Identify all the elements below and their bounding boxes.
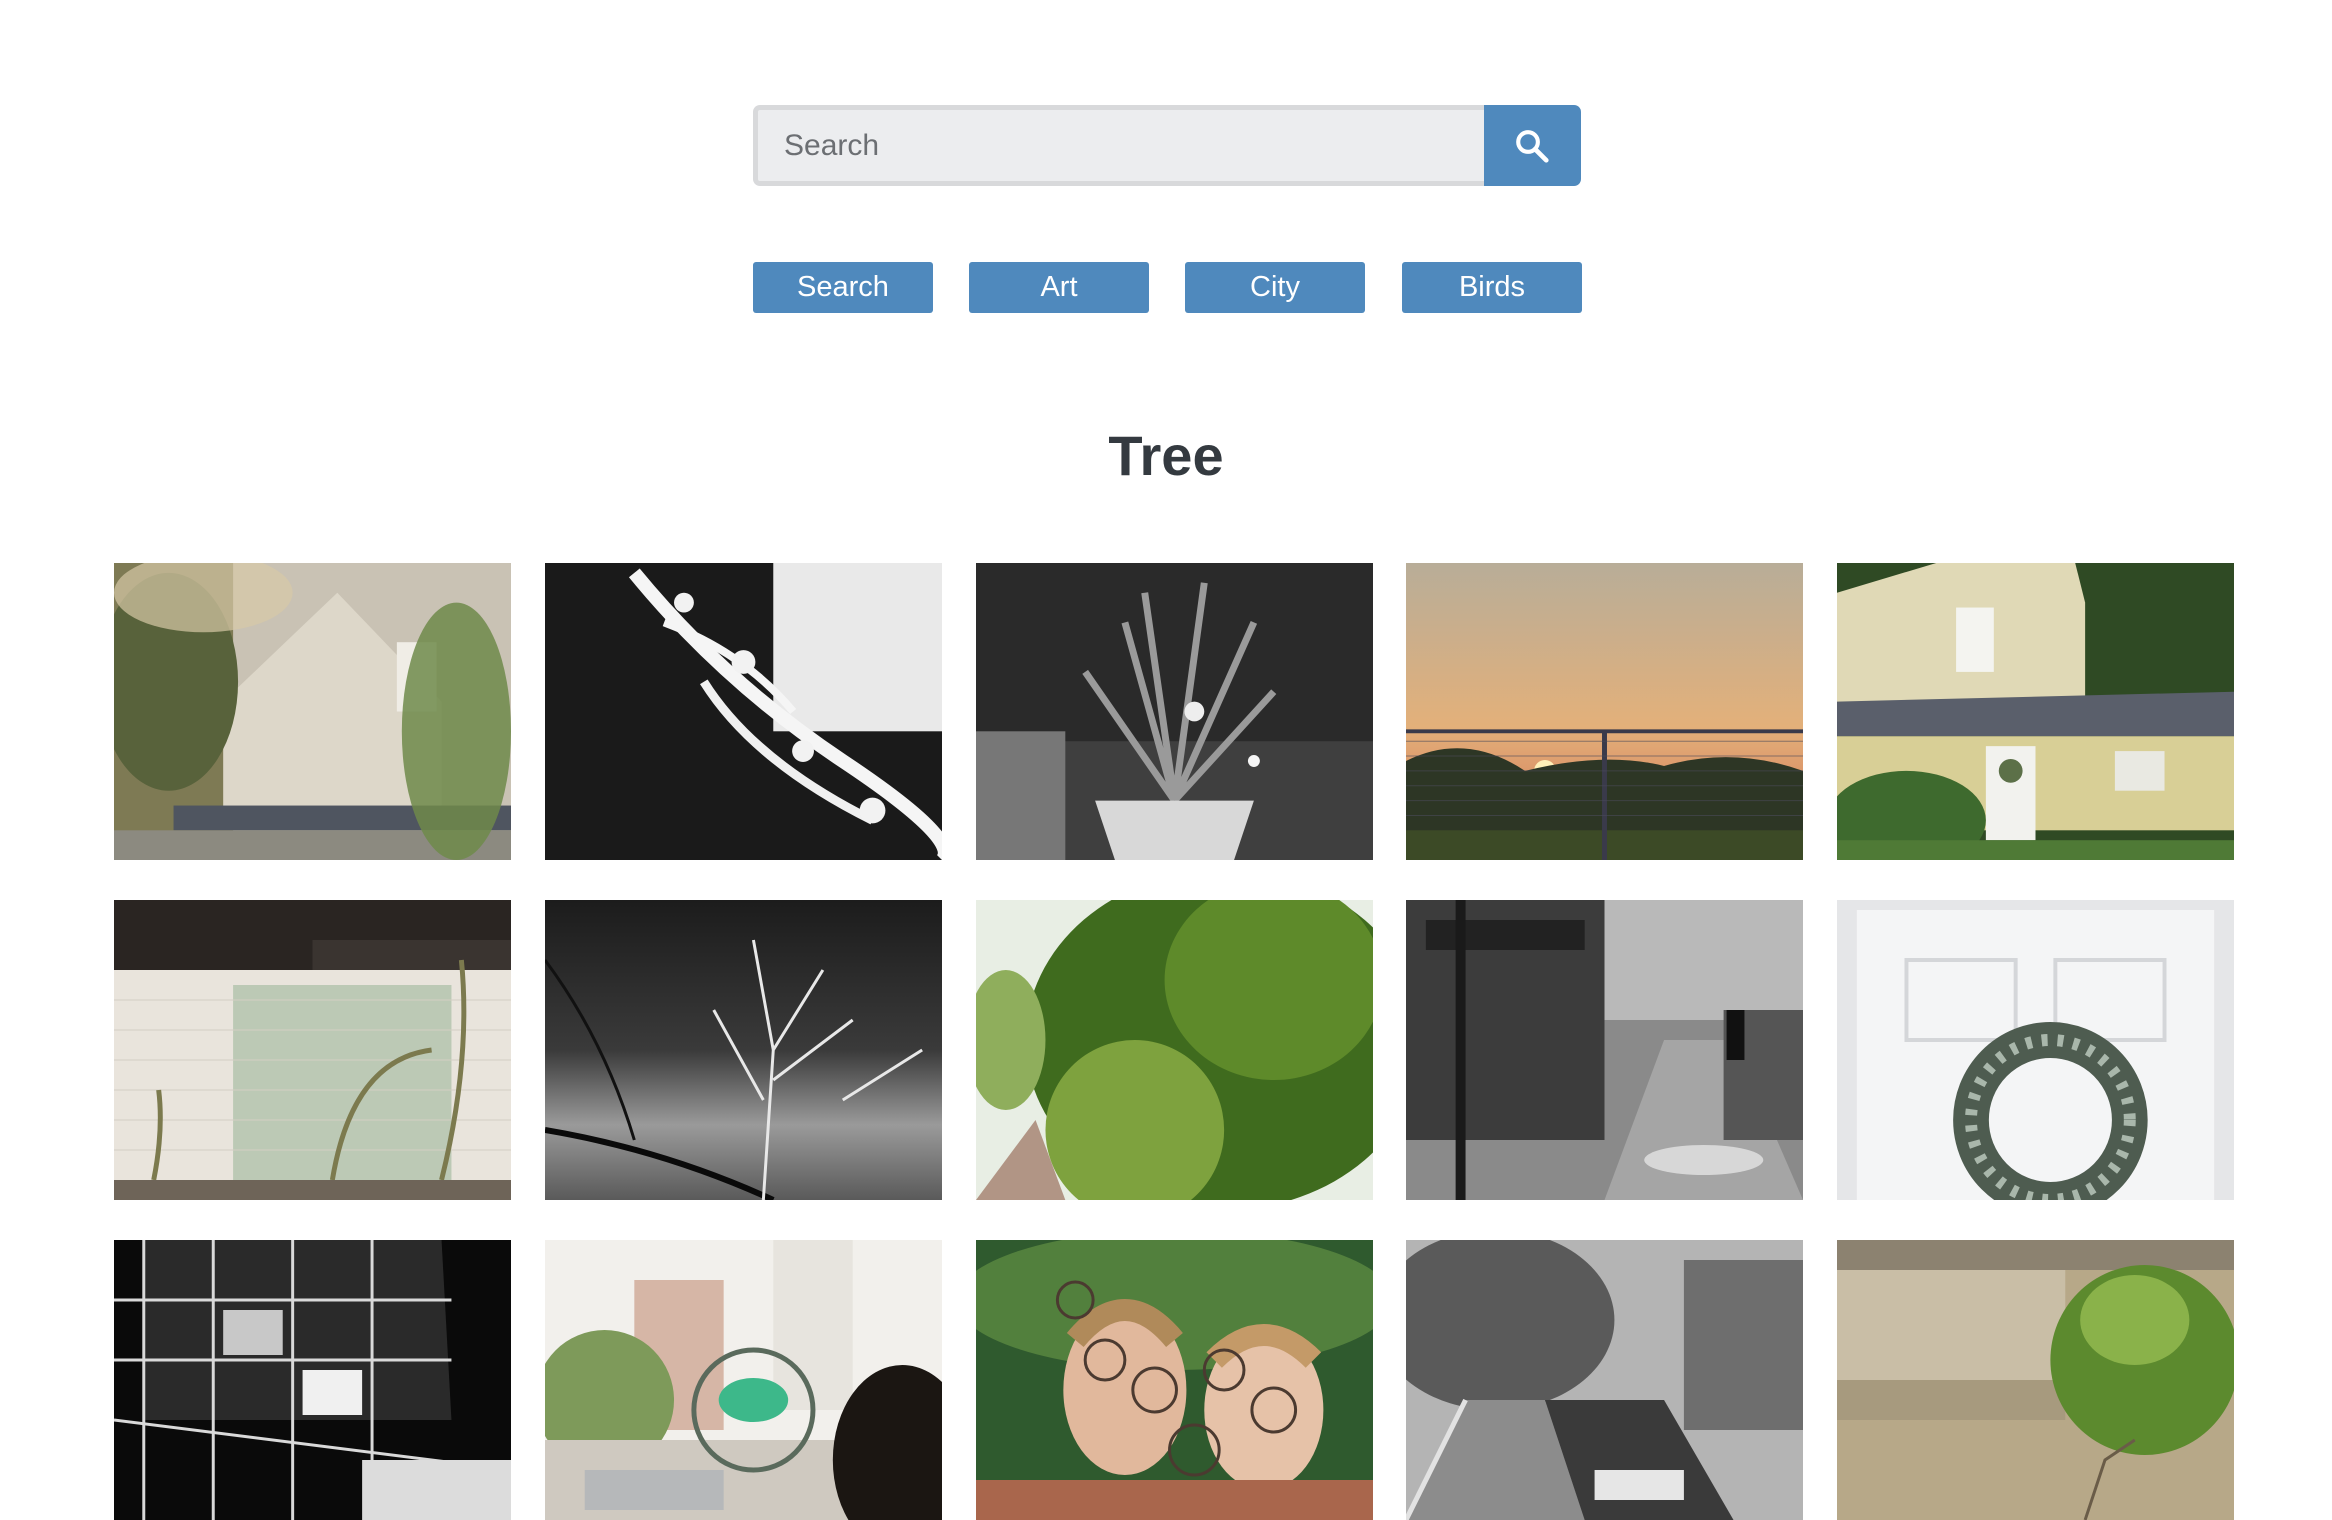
search-submit-button[interactable] [1483, 105, 1581, 186]
photo-thumbnail-vine-wall[interactable] [114, 900, 511, 1200]
tag-button-search[interactable]: Search [753, 262, 933, 313]
photo-thumbnail-door-wreath[interactable] [1837, 900, 2234, 1200]
photo-thumbnail-green-hedge[interactable] [976, 900, 1373, 1200]
photo-thumbnail-alley-walker[interactable] [1406, 900, 1803, 1200]
photo-thumbnail-canal-walkway[interactable] [1406, 1240, 1803, 1520]
tag-buttons: Search Art City Birds [753, 262, 1583, 314]
photo-thumbnail-plant-step[interactable] [1837, 1240, 2234, 1520]
photo-thumbnail-sunset-fence[interactable] [1406, 563, 1803, 860]
photo-thumbnail-glass-building[interactable] [114, 1240, 511, 1520]
photo-thumbnail-house-branches[interactable] [114, 563, 511, 860]
photo-thumbnail-potted-palm[interactable] [976, 563, 1373, 860]
tag-button-city[interactable]: City [1185, 262, 1365, 313]
page-title: Tree [1108, 424, 1224, 487]
photo-thumbnail-dinosaur-window[interactable] [545, 1240, 942, 1520]
photo-thumbnail-bare-branches[interactable] [545, 900, 942, 1200]
photo-thumbnail-inverted-branches[interactable] [545, 563, 942, 860]
photo-thumbnail-house-wreath[interactable] [1837, 563, 2234, 860]
search-bar [753, 105, 1581, 186]
search-input[interactable] [753, 105, 1484, 186]
tag-button-birds[interactable]: Birds [1402, 262, 1582, 313]
photo-thumbnail-two-girls[interactable] [976, 1240, 1373, 1520]
tag-button-art[interactable]: Art [969, 262, 1149, 313]
search-icon [1513, 127, 1551, 165]
